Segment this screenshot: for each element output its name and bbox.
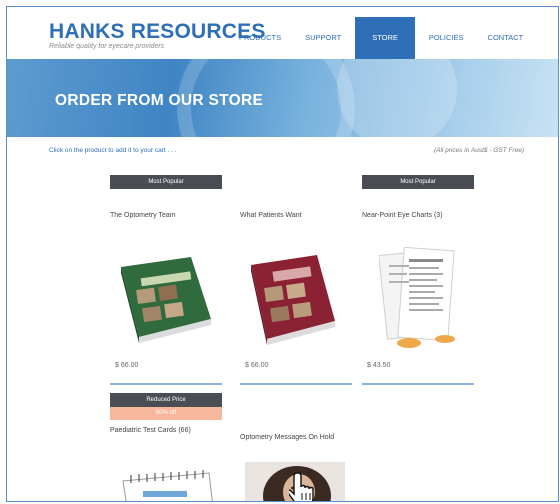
discount-badge: 50% off [110,407,222,420]
site-tagline: Reliable quality for eyecare providers [49,43,165,50]
product-price: $ 66.00 [115,362,139,369]
store-intro: Click on the product to add it to your c… [49,147,177,154]
product-card[interactable]: Most Popular Near-Point Eye Charts (3) [362,175,474,220]
page-title: ORDER FROM OUR STORE [55,92,264,109]
product-card[interactable]: Optometry Messages On Hold [240,393,352,442]
product-title[interactable]: Paediatric Test Cards (66) [110,426,222,435]
product-card[interactable]: Reduced Price 50% off Paediatric Test Ca… [110,393,222,435]
eye-chart-cards-icon[interactable] [379,245,459,353]
nav-item-products[interactable]: PRODUCTS [229,17,291,59]
product-divider [240,383,352,385]
product-card[interactable]: What Patients Want [240,175,352,220]
product-title[interactable]: Optometry Messages On Hold [240,433,352,442]
hero-banner: ORDER FROM OUR STORE [7,59,558,137]
hand-cursor-icon [289,472,314,501]
prices-note: (All prices in Aust$ - GST Free) [433,147,524,154]
nav-item-contact[interactable]: CONTACT [478,17,534,59]
product-price: $ 66.00 [245,362,269,369]
most-popular-badge: Most Popular [110,175,222,189]
most-popular-badge: Most Popular [362,175,474,189]
hero-decoration [337,59,457,137]
red-book-icon[interactable] [243,251,343,347]
test-card-flipbook-icon[interactable] [117,467,217,502]
nav-item-support[interactable]: SUPPORT [295,17,351,59]
nav-item-store[interactable]: STORE [355,17,415,59]
nav-item-policies[interactable]: POLICIES [419,17,474,59]
product-card[interactable]: Most Popular The Optometry Team [110,175,222,220]
product-title[interactable]: What Patients Want [240,211,352,220]
main-nav: PRODUCTS SUPPORT STORE POLICIES CONTACT [229,17,537,59]
browser-frame: HANKS RESOURCES Reliable quality for eye… [6,6,559,502]
product-title[interactable]: The Optometry Team [110,211,222,220]
product-price: $ 43.50 [367,362,391,369]
product-divider [110,383,222,385]
site-header: HANKS RESOURCES Reliable quality for eye… [7,7,558,59]
green-book-icon[interactable] [115,253,215,345]
product-divider [362,383,474,385]
product-title[interactable]: Near-Point Eye Charts (3) [362,211,474,220]
reduced-price-badge: Reduced Price [110,393,222,407]
